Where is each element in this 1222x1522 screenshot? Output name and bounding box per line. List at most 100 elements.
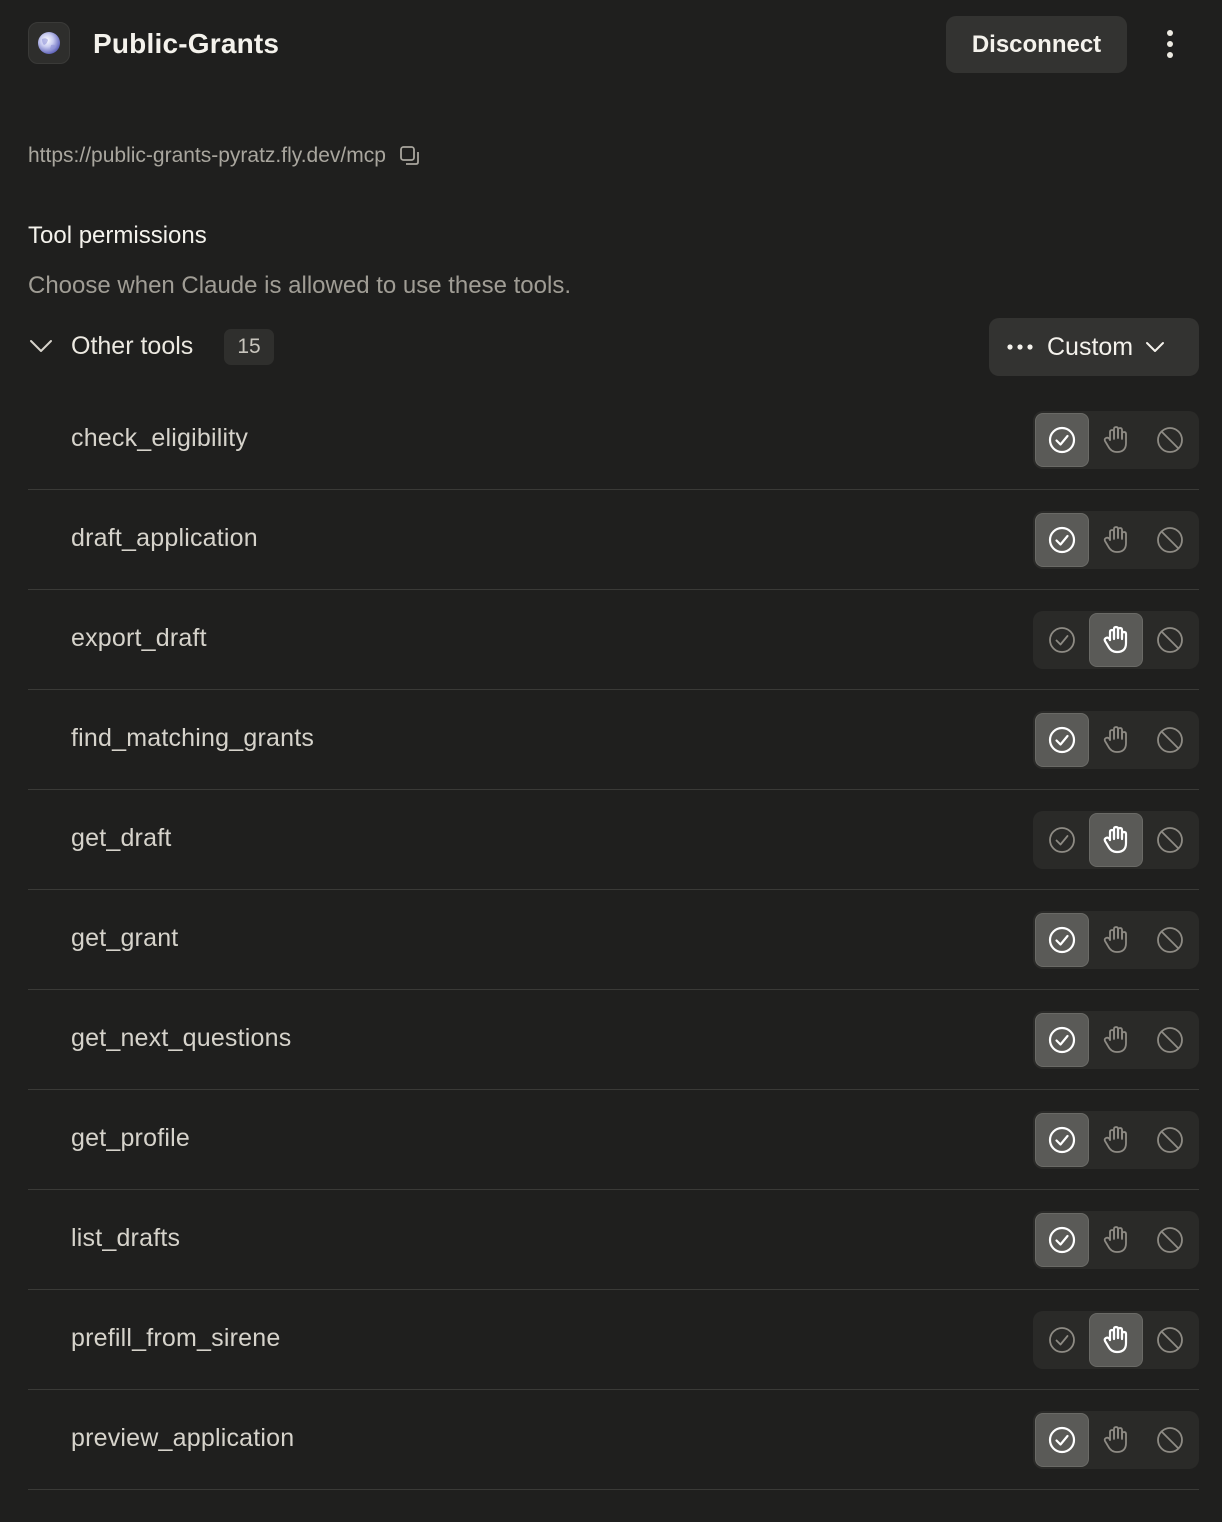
tool-name: export_draft [71,624,207,652]
permission-block-button[interactable] [1143,813,1197,867]
tool-row: get_grant [28,890,1199,990]
tool-row: find_matching_grants [28,690,1199,790]
permission-ask-button[interactable] [1089,1413,1143,1467]
check-circle-icon [1048,726,1076,754]
permission-block-button[interactable] [1143,513,1197,567]
disconnect-button[interactable]: Disconnect [946,16,1127,73]
block-icon [1156,926,1184,954]
more-horizontal-icon [1007,337,1035,357]
tool-name: draft_application [71,524,258,552]
permission-allow-button[interactable] [1035,1413,1089,1467]
permission-block-button[interactable] [1143,913,1197,967]
check-circle-icon [1048,1426,1076,1454]
permission-segmented-control [1033,711,1199,769]
server-url-row: https://public-grants-pyratz.fly.dev/mcp [28,144,422,168]
permission-allow-button[interactable] [1035,1013,1089,1067]
tool-row: list_drafts [28,1190,1199,1290]
permission-block-button[interactable] [1143,413,1197,467]
hand-icon [1102,1325,1130,1355]
permission-allow-button[interactable] [1035,1313,1089,1367]
permission-block-button[interactable] [1143,713,1197,767]
permission-allow-button[interactable] [1035,713,1089,767]
block-icon [1156,1226,1184,1254]
hand-icon [1102,825,1130,855]
check-circle-icon [1048,826,1076,854]
permission-allow-button[interactable] [1035,513,1089,567]
permission-ask-button[interactable] [1089,713,1143,767]
hand-icon [1102,1225,1130,1255]
block-icon [1156,426,1184,454]
block-icon [1156,626,1184,654]
block-icon [1156,826,1184,854]
permission-mode-dropdown[interactable]: Custom [989,318,1199,376]
tool-name: get_grant [71,924,179,952]
permission-ask-button[interactable] [1089,413,1143,467]
permission-segmented-control [1033,1211,1199,1269]
tool-list: check_eligibility draft_application export… [28,390,1199,1490]
permission-block-button[interactable] [1143,613,1197,667]
hand-icon [1102,725,1130,755]
tool-row: get_draft [28,790,1199,890]
server-url: https://public-grants-pyratz.fly.dev/mcp [28,144,386,167]
check-circle-icon [1048,926,1076,954]
check-circle-icon [1048,526,1076,554]
permission-allow-button[interactable] [1035,1213,1089,1267]
block-icon [1156,1026,1184,1054]
permission-segmented-control [1033,1311,1199,1369]
chevron-down-icon [1145,336,1167,358]
tool-name: find_matching_grants [71,724,315,752]
tool-row: get_next_questions [28,990,1199,1090]
tool-name: preview_application [71,1424,295,1452]
permission-block-button[interactable] [1143,1013,1197,1067]
permission-allow-button[interactable] [1035,813,1089,867]
permission-mode-label: Custom [1047,332,1134,361]
permission-ask-button[interactable] [1089,1113,1143,1167]
section-description: Choose when Claude is allowed to use the… [28,272,571,299]
permission-segmented-control [1033,811,1199,869]
chevron-down-icon[interactable] [28,333,54,359]
permission-segmented-control [1033,611,1199,669]
tool-group-label[interactable]: Other tools [71,332,193,361]
permission-allow-button[interactable] [1035,1113,1089,1167]
permission-allow-button[interactable] [1035,913,1089,967]
permission-block-button[interactable] [1143,1213,1197,1267]
more-vertical-icon[interactable] [1150,24,1190,64]
tool-row: draft_application [28,490,1199,590]
tool-row: preview_application [28,1390,1199,1490]
permission-ask-button[interactable] [1089,613,1143,667]
hand-icon [1102,925,1130,955]
permission-ask-button[interactable] [1089,1213,1143,1267]
block-icon [1156,1426,1184,1454]
permission-ask-button[interactable] [1089,1313,1143,1367]
permission-allow-button[interactable] [1035,613,1089,667]
check-circle-icon [1048,1126,1076,1154]
globe-icon [28,22,70,64]
copy-icon[interactable] [398,144,422,168]
check-circle-icon [1048,626,1076,654]
check-circle-icon [1048,1226,1076,1254]
permission-allow-button[interactable] [1035,413,1089,467]
hand-icon [1102,1025,1130,1055]
tool-group-header: Other tools 15 Custom [28,318,1199,376]
permission-ask-button[interactable] [1089,1013,1143,1067]
block-icon [1156,1126,1184,1154]
hand-icon [1102,1425,1130,1455]
permission-segmented-control [1033,1011,1199,1069]
permission-ask-button[interactable] [1089,913,1143,967]
hand-icon [1102,1125,1130,1155]
permission-segmented-control [1033,1411,1199,1469]
check-circle-icon [1048,1026,1076,1054]
permission-block-button[interactable] [1143,1113,1197,1167]
permission-block-button[interactable] [1143,1413,1197,1467]
server-title: Public-Grants [93,28,280,59]
tool-row: prefill_from_sirene [28,1290,1199,1390]
tool-name: get_profile [71,1124,190,1152]
permission-block-button[interactable] [1143,1313,1197,1367]
tool-row: get_profile [28,1090,1199,1190]
permission-segmented-control [1033,411,1199,469]
permission-ask-button[interactable] [1089,813,1143,867]
permission-ask-button[interactable] [1089,513,1143,567]
block-icon [1156,726,1184,754]
block-icon [1156,1326,1184,1354]
section-title: Tool permissions [28,222,207,249]
